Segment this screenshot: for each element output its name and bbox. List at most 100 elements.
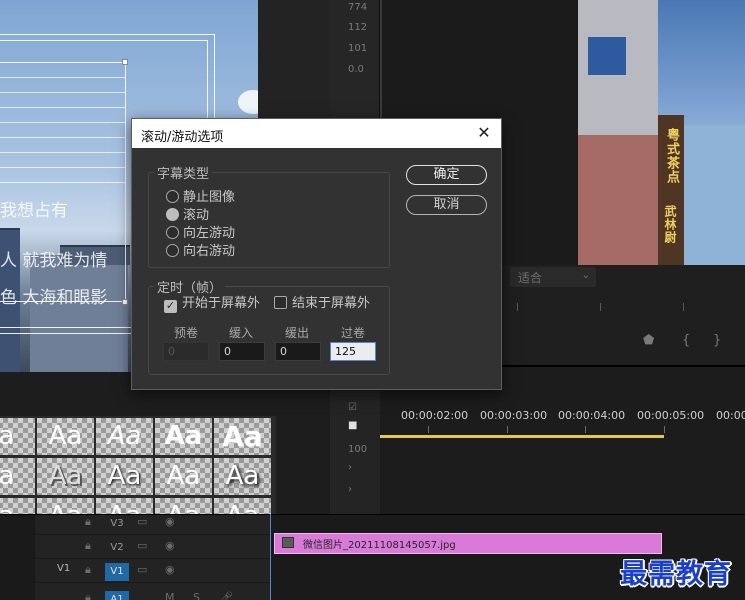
timecode-label: 00:00:03:00 <box>480 409 548 422</box>
cancel-button[interactable]: 取消 <box>406 195 487 215</box>
square-icon: ■ <box>348 420 358 431</box>
timecode-label: 00:00:04:00 <box>558 409 626 422</box>
track-row-a1[interactable]: 🔒︎ A1 M S 🎤︎ <box>35 587 270 600</box>
end-off-screen-checkbox[interactable]: 结束于屏幕外 <box>274 296 370 312</box>
checkmark-icon: ✓ <box>164 299 177 313</box>
title-type-label: 字幕类型 <box>154 163 213 182</box>
resize-handle[interactable] <box>122 299 128 305</box>
lock-icon[interactable]: 🔒︎ <box>85 515 91 529</box>
playhead-line[interactable] <box>270 514 271 600</box>
lock-icon[interactable]: 🔒︎ <box>85 539 91 553</box>
roll-crawl-options-dialog: 滚动/游动选项 ✕ 字幕类型 静止图像 滚动 向左游动 向右游动 定时（帧） ✓… <box>131 118 502 390</box>
ease-in-label: 缓入 <box>228 326 253 340</box>
track-name[interactable]: V1 <box>105 563 129 581</box>
radio-roll[interactable]: 滚动 <box>166 208 209 224</box>
scrub-tick <box>517 303 518 311</box>
time-ruler-tick <box>664 426 665 433</box>
ok-button[interactable]: 确定 <box>406 165 487 185</box>
radio-crawl-left[interactable]: 向左游动 <box>166 226 235 242</box>
track-row-v2[interactable]: 🔒︎ V2 ▭ ◉ <box>35 535 270 559</box>
style-swatch[interactable]: a <box>0 498 35 514</box>
timecode-label: 00:00:02:00 <box>401 409 469 422</box>
time-ruler-tick <box>428 426 429 433</box>
radio-icon <box>166 226 179 239</box>
ease-out-field[interactable] <box>275 342 321 361</box>
ruler-value: 100 <box>348 444 368 455</box>
style-swatch[interactable]: Aa <box>214 418 271 455</box>
chevron-right-icon[interactable]: › <box>348 484 352 495</box>
glass-tower <box>676 125 745 265</box>
radio-icon <box>166 244 179 257</box>
start-off-screen-checkbox[interactable]: ✓ 开始于屏幕外 <box>164 296 260 313</box>
lock-icon[interactable]: 🔒︎ <box>85 563 91 577</box>
scroll-guide-line <box>0 122 126 123</box>
mute-icon[interactable]: M <box>165 591 175 600</box>
microphone-icon[interactable]: 🎤︎ <box>219 591 233 600</box>
eye-icon[interactable]: ◉ <box>165 563 175 576</box>
program-monitor-image: 粤式茶点 武林尉 <box>578 0 745 265</box>
track-row-v1[interactable]: V1 🔒︎ V1 ▭ ◉ <box>35 559 270 583</box>
zoom-select[interactable]: 适合 ⌄ <box>510 267 596 287</box>
title-text-line: 人 就我难为情 <box>0 251 108 271</box>
style-swatch[interactable]: Aa <box>155 458 212 495</box>
timecode-label: 00:00:0 <box>716 409 745 422</box>
checkbox-icon[interactable]: ☑ <box>348 402 357 413</box>
style-swatch[interactable]: a <box>0 458 35 495</box>
radio-icon <box>166 190 179 203</box>
postroll-field[interactable] <box>330 342 376 361</box>
source-patch-label[interactable]: V1 <box>57 563 70 574</box>
style-swatch[interactable]: Aa <box>96 458 153 495</box>
zoom-value: 适合 <box>518 271 543 285</box>
marker-icon[interactable]: ⬟ <box>643 333 654 348</box>
scroll-guide-line <box>0 77 126 78</box>
style-swatch[interactable]: Aa <box>37 418 94 455</box>
scroll-guide-line <box>0 182 126 183</box>
preroll-label: 预卷 <box>173 326 198 340</box>
close-icon[interactable]: ✕ <box>473 122 495 144</box>
ruler-value: 0.0 <box>348 64 364 75</box>
lock-icon[interactable]: 🔒︎ <box>85 591 91 600</box>
style-swatch[interactable]: Aa <box>96 418 153 455</box>
track-name: V2 <box>110 542 124 553</box>
ease-in-field[interactable] <box>219 342 265 361</box>
sync-lock-icon[interactable]: ▭ <box>137 515 147 528</box>
dialog-title: 滚动/游动选项 <box>141 130 224 145</box>
sync-lock-icon[interactable]: ▭ <box>137 539 147 552</box>
style-swatch[interactable]: a <box>0 418 35 455</box>
work-area-bar[interactable] <box>380 435 664 438</box>
dialog-titlebar[interactable]: 滚动/游动选项 ✕ <box>132 119 501 148</box>
radio-crawl-right[interactable]: 向右游动 <box>166 244 235 260</box>
eye-icon[interactable]: ◉ <box>165 515 175 528</box>
title-styles-panel: a Aa Aa Aa Aa a Aa Aa Aa Aa a Aa Aa Aa A… <box>0 416 276 514</box>
eye-icon[interactable]: ◉ <box>165 539 175 552</box>
style-swatch[interactable]: Aa <box>37 458 94 495</box>
scroll-guide-line <box>0 92 126 93</box>
scroll-guide-line <box>0 167 126 168</box>
track-row-v3[interactable]: 🔒︎ V3 ▭ ◉ <box>35 511 270 535</box>
style-swatch[interactable]: Aa <box>214 458 271 495</box>
mark-out-icon[interactable]: } <box>713 333 721 348</box>
preroll-field <box>163 342 209 361</box>
radio-still[interactable]: 静止图像 <box>166 190 235 206</box>
building-window <box>588 37 626 75</box>
solo-icon[interactable]: S <box>193 591 200 600</box>
mark-in-icon[interactable]: { <box>682 333 690 348</box>
timeline-clip[interactable]: 微信图片_20211108145057.jpg <box>274 533 662 554</box>
postroll-label: 过卷 <box>340 326 365 340</box>
style-swatch[interactable]: Aa <box>155 418 212 455</box>
effect-controls-column: ☑ ■ 100 › › <box>330 390 380 515</box>
ruler-value: 101 <box>348 43 368 54</box>
ease-out-label: 缓出 <box>284 326 309 340</box>
timing-label: 定时（帧） <box>154 277 226 296</box>
cloud-shape <box>238 90 258 114</box>
sync-lock-icon[interactable]: ▭ <box>137 563 147 576</box>
checkbox-icon <box>274 296 287 309</box>
radio-icon <box>166 208 179 221</box>
chevron-right-icon[interactable]: › <box>348 462 352 473</box>
watermark-logo: 最需教育 <box>620 559 732 590</box>
scroll-guide-line <box>0 152 126 153</box>
track-name[interactable]: A1 <box>105 591 129 600</box>
clip-name: 微信图片_20211108145057.jpg <box>303 540 456 551</box>
ruler-value: 774 <box>348 2 368 13</box>
resize-handle[interactable] <box>122 59 128 65</box>
